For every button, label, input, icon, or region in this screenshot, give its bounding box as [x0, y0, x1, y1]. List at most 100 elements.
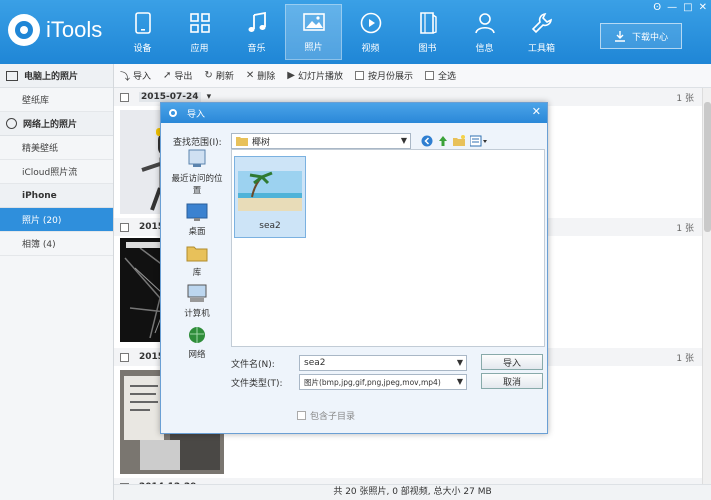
sidebar-section-pc-photos[interactable]: 电脑上的照片	[0, 64, 113, 88]
refresh-label: 刷新	[215, 72, 234, 82]
book-icon	[417, 12, 439, 34]
group-count: 1 张	[676, 93, 694, 104]
nav-books[interactable]: 图书	[399, 4, 456, 60]
place-libraries[interactable]: 库	[171, 243, 223, 278]
nav-label: 设备	[133, 44, 152, 54]
export-icon: ➚	[163, 70, 172, 81]
place-label: 计算机	[184, 309, 210, 319]
filetype-value: 图片(bmp,jpg,gif,png,jpeg,mov,mp4)	[304, 377, 441, 387]
look-in-label: 查找范围(I):	[173, 137, 222, 148]
nav-toolbox[interactable]: 工具箱	[513, 4, 570, 60]
download-icon	[614, 31, 625, 42]
filename-input[interactable]: sea2 ▼	[299, 355, 467, 371]
sidebar-section-web-photos[interactable]: 网络上的照片	[0, 112, 113, 136]
sidebar-item-wallpaper-library[interactable]: 壁纸库	[0, 88, 113, 112]
sidebar-item-photos[interactable]: 照片 (20)	[0, 208, 113, 232]
photo-icon	[302, 11, 325, 33]
group-checkbox[interactable]	[120, 352, 129, 362]
sidebar-item-label: 照片 (20)	[22, 216, 62, 226]
sidebar-item-albums[interactable]: 相簿 (4)	[0, 232, 113, 256]
cancel-button[interactable]: 取消	[481, 373, 543, 389]
minimize-icon[interactable]: —	[667, 2, 677, 13]
maximize-icon[interactable]: □	[683, 2, 692, 13]
slideshow-button[interactable]: ▶ 幻灯片播放	[287, 69, 343, 82]
filetype-label: 文件类型(T):	[231, 378, 283, 389]
group-count: 1 张	[676, 223, 694, 234]
look-in-dropdown[interactable]: 椰树 ▼	[231, 133, 411, 149]
sidebar-item-fine-wallpaper[interactable]: 精美壁纸	[0, 136, 113, 160]
filetype-row: 文件类型(T): 图片(bmp,jpg,gif,png,jpeg,mov,mp4…	[231, 374, 467, 390]
sidebar-item-label: 精美壁纸	[22, 144, 59, 154]
scrollbar-thumb[interactable]	[704, 102, 711, 232]
filename-value: sea2	[304, 358, 326, 368]
select-all-checkbox[interactable]: 全选	[424, 69, 456, 82]
import-confirm-button[interactable]: 导入	[481, 354, 543, 370]
include-subdirs-checkbox[interactable]: 包含子目录	[297, 409, 355, 422]
wrench-icon	[531, 12, 553, 34]
view-menu-icon[interactable]	[470, 135, 488, 147]
nav-label: 视频	[361, 44, 380, 54]
nav-device[interactable]: 设备	[114, 4, 171, 60]
nav-video[interactable]: 视频	[342, 4, 399, 60]
group-checkbox[interactable]	[120, 222, 129, 232]
nav-music[interactable]: 音乐	[228, 4, 285, 60]
file-list: sea2	[231, 149, 545, 347]
dialog-titlebar: 导入	[161, 103, 547, 123]
refresh-button[interactable]: ↻ 刷新	[204, 69, 233, 82]
sidebar: 电脑上的照片 壁纸库 网络上的照片 精美壁纸 iCloud照片流 iPhone …	[0, 64, 114, 500]
monitor-icon	[6, 70, 18, 81]
slideshow-label: 幻灯片播放	[297, 72, 343, 82]
delete-label: 删除	[257, 72, 276, 82]
delete-button[interactable]: ✕ 删除	[246, 69, 275, 82]
photo-list-scrollbar[interactable]	[702, 88, 711, 484]
place-network[interactable]: 网络	[171, 325, 223, 360]
close-icon[interactable]: ✕	[699, 2, 707, 13]
filetype-dropdown[interactable]: 图片(bmp,jpg,gif,png,jpeg,mov,mp4) ▼	[299, 374, 467, 390]
import-button[interactable]: ⤵ 导入	[120, 68, 151, 83]
look-in-value: 椰树	[252, 137, 271, 148]
file-item-sea2[interactable]: sea2	[234, 156, 306, 238]
sidebar-item-icloud-stream[interactable]: iCloud照片流	[0, 160, 113, 184]
new-folder-icon[interactable]	[453, 135, 466, 147]
apps-icon	[189, 12, 211, 34]
nav-label: 工具箱	[527, 44, 555, 54]
play-icon: ▶	[287, 70, 295, 81]
music-icon	[246, 12, 268, 34]
chevron-down-icon[interactable]: ▾	[207, 92, 212, 102]
export-button[interactable]: ➚ 导出	[163, 69, 192, 82]
place-label: 网络	[188, 350, 206, 360]
chevron-down-icon: ▼	[456, 377, 463, 386]
nav-apps[interactable]: 应用	[171, 4, 228, 60]
file-name: sea2	[259, 221, 281, 231]
network-icon	[189, 327, 205, 343]
nav-label: 图书	[418, 44, 437, 54]
place-recent[interactable]: 最近访问的位置	[171, 149, 223, 196]
computer-icon	[187, 284, 207, 302]
section-title: iPhone	[22, 190, 57, 201]
chevron-down-icon: ▼	[456, 358, 463, 367]
app-name: iTools	[46, 17, 103, 42]
cancel-label: 取消	[502, 377, 521, 388]
back-icon[interactable]	[421, 135, 433, 147]
place-desktop[interactable]: 桌面	[171, 202, 223, 237]
nav-photos[interactable]: 照片	[285, 4, 342, 60]
place-label: 最近访问的位置	[171, 174, 223, 196]
by-month-checkbox[interactable]: 按月份展示	[354, 69, 413, 82]
sidebar-item-label: 相簿 (4)	[22, 240, 56, 250]
folder-icon	[236, 137, 248, 146]
app-logo: iTools	[8, 14, 102, 46]
group-checkbox[interactable]	[120, 92, 129, 102]
nav-info[interactable]: 信息	[456, 4, 513, 60]
place-computer[interactable]: 计算机	[171, 284, 223, 319]
filename-label: 文件名(N):	[231, 359, 275, 370]
skin-icon[interactable]: ʘ	[653, 2, 661, 13]
download-center-button[interactable]: 下载中心	[600, 23, 682, 49]
delete-icon: ✕	[245, 70, 255, 81]
dialog-title: 导入	[187, 109, 206, 120]
up-folder-icon[interactable]	[437, 135, 449, 147]
filename-row: 文件名(N): sea2 ▼	[231, 355, 467, 371]
place-label: 库	[192, 268, 202, 278]
library-icon	[186, 246, 208, 262]
sidebar-section-iphone[interactable]: iPhone	[0, 184, 113, 208]
dialog-close-icon[interactable]: ✕	[532, 105, 541, 118]
